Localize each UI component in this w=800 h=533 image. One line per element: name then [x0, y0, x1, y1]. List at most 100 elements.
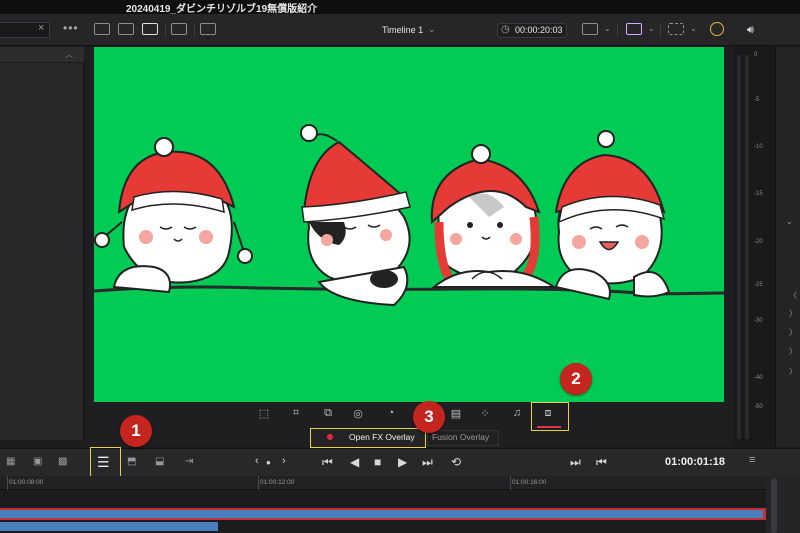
audio-track-icon[interactable]: ▩ — [58, 456, 67, 467]
chevron-right-icon[interactable]: 〉 — [789, 308, 797, 319]
title-bar: 20240419_ダビンチリゾルブ19無償版紹介 — [0, 0, 800, 15]
play-icon[interactable]: ▶ — [398, 455, 407, 469]
step-badge-2: 2 — [560, 363, 592, 395]
fusion-overlay-label: Fusion Overlay — [432, 432, 490, 442]
viewer-canvas[interactable] — [94, 47, 724, 402]
cats-illustration — [94, 124, 724, 307]
go-to-end-icon[interactable]: ⏭ — [422, 455, 433, 470]
meter-scale-label: -25 — [754, 282, 763, 288]
cat-3 — [430, 144, 558, 288]
stop-icon[interactable]: ■ — [374, 455, 381, 469]
playhead-timecode: 01:00:01:18 — [665, 456, 725, 468]
annotation-icon[interactable]: ▤ — [449, 407, 463, 420]
reverse-play-icon[interactable]: ◀ — [350, 455, 359, 469]
ruler-tick — [510, 476, 511, 490]
chevron-up-icon[interactable]: ︿ — [65, 49, 73, 60]
meter-scale-label: 0 — [754, 52, 758, 58]
window-title: 20240419_ダビンチリゾルブ19無償版紹介 — [126, 4, 318, 15]
insert-clip-icon[interactable]: ⇥ — [185, 456, 193, 467]
loop-icon[interactable]: ⟲ — [451, 455, 461, 469]
color-scope-icon[interactable] — [710, 22, 724, 36]
meter-scale-label: -20 — [754, 239, 763, 245]
step-badge-1: 1 — [120, 415, 152, 447]
dynamic-zoom-icon[interactable]: ⧉ — [321, 407, 335, 420]
cat-1 — [94, 137, 253, 294]
crop-icon[interactable]: ⌗ — [289, 407, 303, 420]
chevron-right-icon[interactable]: 〉 — [789, 346, 797, 357]
more-options-icon[interactable]: ••• — [63, 21, 79, 35]
smart-reframe-icon[interactable]: ⁘ — [478, 407, 492, 420]
next-nav[interactable]: › — [282, 455, 286, 467]
dynamic-trim-icon[interactable]: ⬒ — [127, 456, 136, 467]
go-to-start-icon[interactable]: ⏮ — [322, 455, 333, 470]
ruler-tick — [7, 476, 8, 490]
active-tool-indicator — [537, 426, 561, 428]
timeline-clip[interactable] — [0, 522, 218, 531]
cat-2 — [300, 124, 411, 307]
toolbar-divider — [194, 24, 195, 37]
meter-scale-label: -5 — [754, 97, 760, 103]
chevron-down-icon[interactable]: ⌄ — [648, 24, 655, 33]
clock-icon: ◷ — [501, 24, 510, 35]
audio-meter-right — [745, 55, 749, 439]
sliders-icon[interactable]: ☰ — [97, 454, 110, 471]
chevron-down-icon[interactable]: ⌄ — [604, 24, 611, 33]
timeline-clip[interactable] — [0, 510, 763, 518]
fx-bypass-icon[interactable] — [626, 23, 642, 35]
toolbar-divider — [660, 24, 661, 37]
chevron-right-icon[interactable]: 〉 — [789, 366, 797, 377]
clear-search-icon[interactable]: × — [38, 22, 44, 34]
audio-scrub-icon[interactable]: ⬓ — [155, 456, 164, 467]
record-dot-icon — [327, 434, 333, 440]
resolve-window: 20240419_ダビンチリゾルブ19無償版紹介 × ••• Timeline … — [0, 0, 800, 533]
open-fx-icon[interactable]: ◎ — [351, 407, 365, 420]
meter-scale-label: -10 — [754, 144, 763, 150]
panel-header: ︿ — [0, 47, 84, 63]
chevron-right-icon[interactable]: 〉 — [789, 327, 797, 338]
meter-scale-label: -50 — [754, 404, 763, 410]
previous-nav[interactable]: ‹ — [255, 455, 259, 467]
clip-view-icon[interactable] — [118, 23, 134, 35]
speed-icon[interactable]: ◔ — [384, 407, 398, 419]
toolbar-divider — [617, 24, 618, 37]
media-pool-panel: ︿ — [0, 47, 84, 440]
open-fx-overlay-label: Open FX Overlay — [349, 432, 415, 442]
grid-view-icon[interactable] — [171, 23, 187, 35]
meter-scale-label: -40 — [754, 375, 763, 381]
ruler-label: 01:00:12:00 — [260, 479, 295, 486]
nav-dot-icon[interactable]: ● — [266, 458, 271, 467]
ruler-label: 01:00:08:00 — [9, 479, 44, 486]
mark-out-icon[interactable]: ⏭ — [570, 455, 581, 470]
inspector-panel — [775, 47, 800, 447]
chevron-right-icon[interactable]: 〈 — [789, 290, 797, 301]
camera-view-icon[interactable] — [200, 23, 216, 35]
viewer-size-icon[interactable] — [582, 23, 598, 35]
timeline-selector[interactable]: Timeline 1 — [382, 25, 423, 35]
meter-scale-label: -15 — [754, 191, 763, 197]
step-badge-3: 3 — [413, 401, 445, 433]
overlay-tool-strip — [85, 402, 732, 428]
viewer-toolbar: × ••• Timeline 1 ⌄ ◷ 00:00:20:03 ⌄ ⌄ ⌄ 🔊… — [0, 14, 800, 46]
cat-4 — [554, 130, 671, 301]
safe-area-icon[interactable] — [668, 23, 684, 35]
speaker-icon[interactable]: 🔊︎ — [747, 24, 754, 37]
image-view-icon[interactable] — [94, 23, 110, 35]
filmstrip-view-icon[interactable] — [142, 23, 158, 35]
timeline-duration: 00:00:20:03 — [515, 25, 563, 35]
mark-in-icon[interactable]: ⏮ — [596, 455, 607, 470]
timeline-chevron-down-icon[interactable]: ⌄ — [428, 24, 436, 35]
ruler-label: 01:00:16:00 — [512, 479, 547, 486]
meter-scale-label: -30 — [754, 318, 763, 324]
clip-icon[interactable]: ▣ — [33, 456, 42, 467]
vertical-scrollbar[interactable] — [771, 478, 777, 533]
timeline-view-icon[interactable]: ▦ — [6, 456, 15, 467]
chevron-down-icon[interactable]: ⌄ — [786, 217, 793, 226]
toolbar-divider — [165, 24, 166, 37]
transform-icon[interactable]: ⬚ — [257, 407, 271, 420]
timeline-ruler[interactable] — [0, 476, 766, 490]
audio-icon[interactable]: ♫ — [510, 407, 524, 419]
audio-meter-left — [737, 55, 741, 439]
menu-icon[interactable]: ≡ — [749, 454, 755, 466]
ruler-tick — [258, 476, 259, 490]
chevron-down-icon[interactable]: ⌄ — [690, 24, 697, 33]
